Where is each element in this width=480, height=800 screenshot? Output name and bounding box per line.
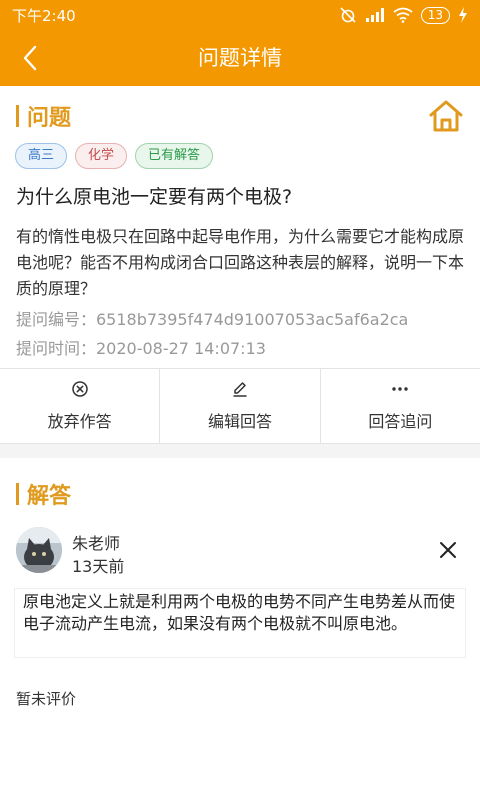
section-divider — [0, 444, 480, 458]
charging-icon — [459, 7, 467, 23]
circle-x-icon — [71, 381, 88, 397]
close-icon — [440, 542, 456, 558]
question-tags: 高三 化学 已有解答 — [15, 143, 214, 169]
abandon-answer-label: 放弃作答 — [47, 412, 112, 431]
abandon-answer-button[interactable]: 放弃作答 — [0, 369, 161, 443]
pencil-icon — [233, 382, 247, 397]
question-id: 提问编号：6518b7395f474d91007053ac5af6a2ca — [16, 310, 409, 329]
more-dots-icon — [392, 387, 409, 391]
review-status: 暂未评价 — [16, 690, 77, 708]
teacher-name: 朱老师 — [72, 534, 121, 553]
status-badge: 已有解答 — [135, 143, 214, 169]
subject-tag: 化学 — [75, 143, 128, 169]
grade-tag: 高三 — [15, 143, 68, 169]
answer-content: 原电池定义上就是利用两个电极的电势不同产生电势差从而使电子流动产生电流，如果没有… — [14, 588, 466, 658]
app-bar: 问题详情 — [0, 30, 480, 86]
status-bar: 下午2:40 13 — [0, 0, 480, 30]
wifi-icon — [393, 7, 413, 23]
section-accent-bar — [16, 105, 19, 127]
teacher-avatar-image — [16, 527, 62, 573]
question-section-header: 问题 — [16, 100, 71, 132]
home-icon — [429, 100, 463, 132]
question-section-label: 问题 — [27, 106, 72, 131]
status-time: 下午2:40 — [12, 6, 76, 25]
mute-alarm-icon — [340, 7, 356, 23]
edit-answer-button[interactable]: 编辑回答 — [160, 369, 321, 443]
back-button[interactable] — [8, 36, 52, 80]
answer-time: 13天前 — [72, 557, 125, 576]
close-answer-button[interactable] — [434, 536, 462, 564]
follow-up-button[interactable]: 回答追问 — [321, 369, 480, 443]
answer-section-header: 解答 — [16, 478, 71, 510]
chevron-left-icon — [23, 45, 37, 71]
action-bar: 放弃作答 编辑回答 回答追问 — [0, 368, 480, 444]
section-accent-bar — [16, 483, 19, 505]
page-title: 问题详情 — [198, 46, 282, 70]
home-button[interactable] — [426, 96, 466, 136]
signal-icon — [365, 8, 384, 22]
battery-indicator: 13 — [420, 6, 450, 24]
edit-answer-label: 编辑回答 — [207, 412, 272, 431]
avatar — [16, 527, 62, 573]
question-time: 提问时间：2020-08-27 14:07:13 — [16, 339, 266, 358]
answer-section-label: 解答 — [27, 484, 72, 509]
status-icons: 13 — [339, 6, 468, 24]
follow-up-label: 回答追问 — [368, 412, 433, 431]
question-title: 为什么原电池一定要有两个电极? — [16, 186, 293, 208]
question-body: 有的惰性电极只在回路中起导电作用，为什么需要它才能构成原电池呢？能否不用构成闭合… — [16, 227, 465, 298]
